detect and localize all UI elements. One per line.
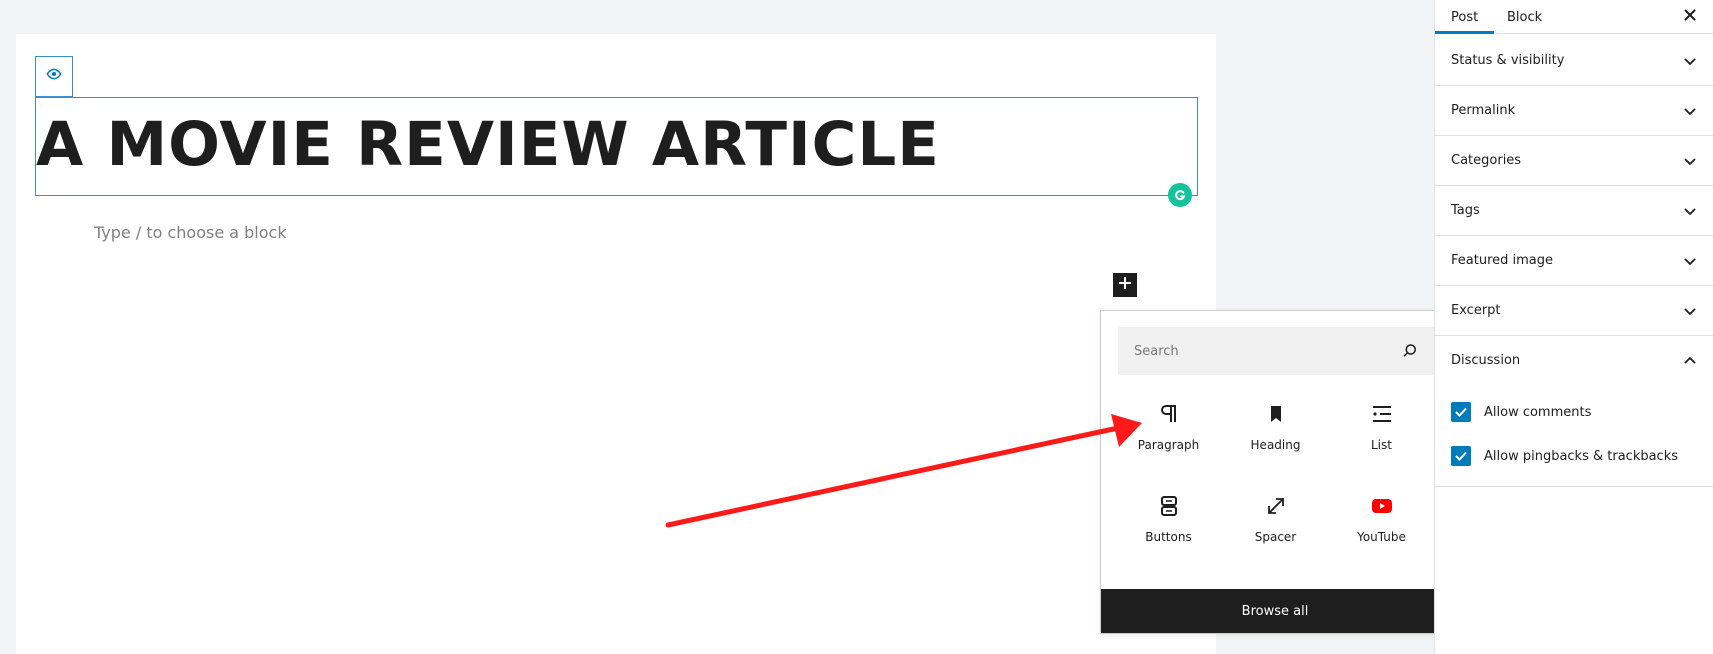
allow-pingbacks-row[interactable]: Allow pingbacks & trackbacks — [1451, 446, 1678, 466]
panel-title: Status & visibility — [1451, 53, 1565, 68]
chevron-down-icon — [1684, 158, 1696, 166]
panel-title: Permalink — [1451, 103, 1516, 118]
panel-discussion-header[interactable]: Discussion — [1435, 336, 1713, 386]
post-title-block[interactable]: A MOVIE REVIEW ARTICLE — [35, 97, 1198, 196]
panel-title: Categories — [1451, 153, 1522, 168]
paragraph-icon — [1157, 402, 1181, 426]
block-item-paragraph[interactable]: Paragraph — [1116, 396, 1221, 476]
search-icon[interactable] — [1401, 342, 1419, 360]
panel-tags[interactable]: Tags — [1435, 186, 1713, 236]
chevron-down-icon — [1684, 108, 1696, 116]
block-placeholder[interactable]: Type / to choose a block — [94, 223, 287, 242]
block-item-youtube[interactable]: YouTube — [1329, 488, 1434, 568]
allow-pingbacks-checkbox[interactable] — [1451, 446, 1471, 466]
panel-categories[interactable]: Categories — [1435, 136, 1713, 186]
panel-excerpt[interactable]: Excerpt — [1435, 286, 1713, 336]
browse-all-button[interactable]: Browse all — [1101, 589, 1449, 633]
allow-pingbacks-label[interactable]: Allow pingbacks & trackbacks — [1484, 449, 1678, 464]
allow-comments-checkbox[interactable] — [1451, 402, 1471, 422]
block-item-heading[interactable]: Heading — [1223, 396, 1328, 476]
chevron-down-icon — [1684, 58, 1696, 66]
block-item-label: List — [1371, 438, 1392, 452]
add-block-button[interactable] — [1113, 273, 1137, 297]
spacer-icon — [1264, 494, 1288, 518]
heading-icon — [1264, 402, 1288, 426]
block-item-label: Buttons — [1145, 530, 1192, 544]
buttons-icon — [1157, 494, 1181, 518]
allow-comments-label[interactable]: Allow comments — [1484, 405, 1591, 420]
list-icon — [1370, 402, 1394, 426]
eye-icon[interactable] — [46, 66, 62, 87]
search-input[interactable] — [1118, 327, 1388, 375]
tab-block[interactable]: Block — [1507, 0, 1542, 34]
settings-sidebar: Post Block Status & visibility Permalink… — [1434, 0, 1713, 654]
inserter-search — [1118, 327, 1435, 375]
sidebar-tabs: Post Block — [1434, 0, 1713, 34]
panel-title: Discussion — [1451, 353, 1521, 368]
chevron-down-icon — [1684, 258, 1696, 266]
checkmark-icon — [1455, 407, 1467, 417]
chevron-up-icon — [1684, 356, 1696, 364]
panel-title: Excerpt — [1451, 303, 1501, 318]
post-title[interactable]: A MOVIE REVIEW ARTICLE — [36, 110, 940, 180]
grammarly-icon[interactable] — [1168, 183, 1192, 207]
block-inserter-popover: Paragraph Heading List Buttons Spacer Yo… — [1100, 310, 1450, 634]
panel-title: Featured image — [1451, 253, 1554, 268]
panel-title: Tags — [1451, 203, 1480, 218]
allow-comments-row[interactable]: Allow comments — [1451, 402, 1591, 422]
block-item-label: Paragraph — [1137, 438, 1200, 452]
block-item-label: Spacer — [1254, 530, 1297, 544]
checkmark-icon — [1455, 451, 1467, 461]
youtube-icon — [1370, 494, 1394, 518]
block-toolbar[interactable] — [35, 56, 73, 97]
panel-permalink[interactable]: Permalink — [1435, 86, 1713, 136]
panel-status-visibility[interactable]: Status & visibility — [1435, 36, 1713, 86]
close-icon[interactable] — [1680, 5, 1700, 25]
block-item-buttons[interactable]: Buttons — [1116, 488, 1221, 568]
tab-post[interactable]: Post — [1434, 0, 1495, 34]
block-item-spacer[interactable]: Spacer — [1223, 488, 1328, 568]
block-item-list[interactable]: List — [1329, 396, 1434, 476]
panel-discussion: Discussion Allow comments Allow pingback… — [1435, 336, 1713, 487]
chevron-down-icon — [1684, 208, 1696, 216]
panel-featured-image[interactable]: Featured image — [1435, 236, 1713, 286]
plus-icon — [1117, 275, 1133, 296]
block-item-label: Heading — [1250, 438, 1301, 452]
block-item-label: YouTube — [1357, 530, 1406, 544]
chevron-down-icon — [1684, 308, 1696, 316]
